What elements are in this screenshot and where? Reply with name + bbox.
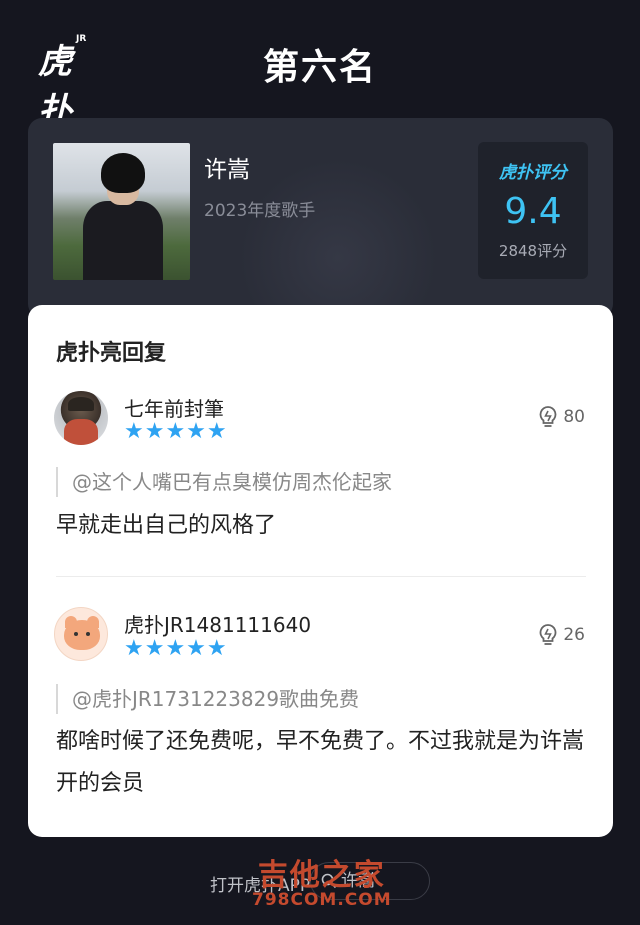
singer-subtitle: 2023年度歌手 (204, 201, 316, 221)
lightbulb-icon (539, 624, 557, 645)
score-count: 2848评分 (498, 242, 568, 260)
avatar[interactable] (54, 391, 108, 445)
reply-text: 都啥时候了还免费呢，早不免费了。不过我就是为许嵩开的会员 (56, 729, 585, 796)
header: 虎扑 JR 第六名 (0, 0, 640, 131)
like-count: 80 (563, 407, 585, 427)
singer-photo[interactable] (53, 143, 190, 280)
like-button[interactable]: 26 (537, 623, 585, 647)
divider (56, 576, 586, 577)
watermark-title: 吉他之家 (257, 858, 386, 893)
score-box: 虎扑评分 9.4 2848评分 (478, 142, 588, 279)
watermark: 吉他之家 798COM.COM (252, 850, 392, 910)
panel-title: 虎扑亮回复 (56, 341, 167, 366)
avatar[interactable] (54, 607, 108, 661)
score-label: 虎扑评分 (499, 163, 567, 183)
like-button[interactable]: 80 (537, 405, 585, 429)
star-rating: ★★★★★ (124, 419, 228, 444)
background-decoration (238, 158, 438, 318)
singer-card[interactable]: 许嵩 2023年度歌手 虎扑评分 9.4 2848评分 (28, 118, 613, 318)
star-rating: ★★★★★ (124, 636, 228, 661)
singer-name: 许嵩 (204, 157, 250, 183)
watermark-url: 798COM.COM (252, 890, 392, 910)
reply-username[interactable]: 七年前封筆 (124, 393, 224, 422)
lightbulb-icon (539, 406, 557, 427)
replies-panel: 虎扑亮回复 七年前封筆 ★★★★★ 80 @这个人嘴巴有点臭模仿周杰伦起家 早就… (28, 305, 613, 837)
page-title: 第六名 (262, 47, 377, 88)
like-count: 26 (563, 625, 585, 645)
reply-text: 早就走出自己的风格了 (56, 513, 277, 538)
reply-username[interactable]: 虎扑JR1481111640 (124, 609, 311, 638)
quoted-text: @这个人嘴巴有点臭模仿周杰伦起家 (56, 467, 392, 497)
score-value: 9.4 (504, 191, 562, 232)
quoted-text: @虎扑JR1731223829歌曲免费 (56, 684, 359, 714)
